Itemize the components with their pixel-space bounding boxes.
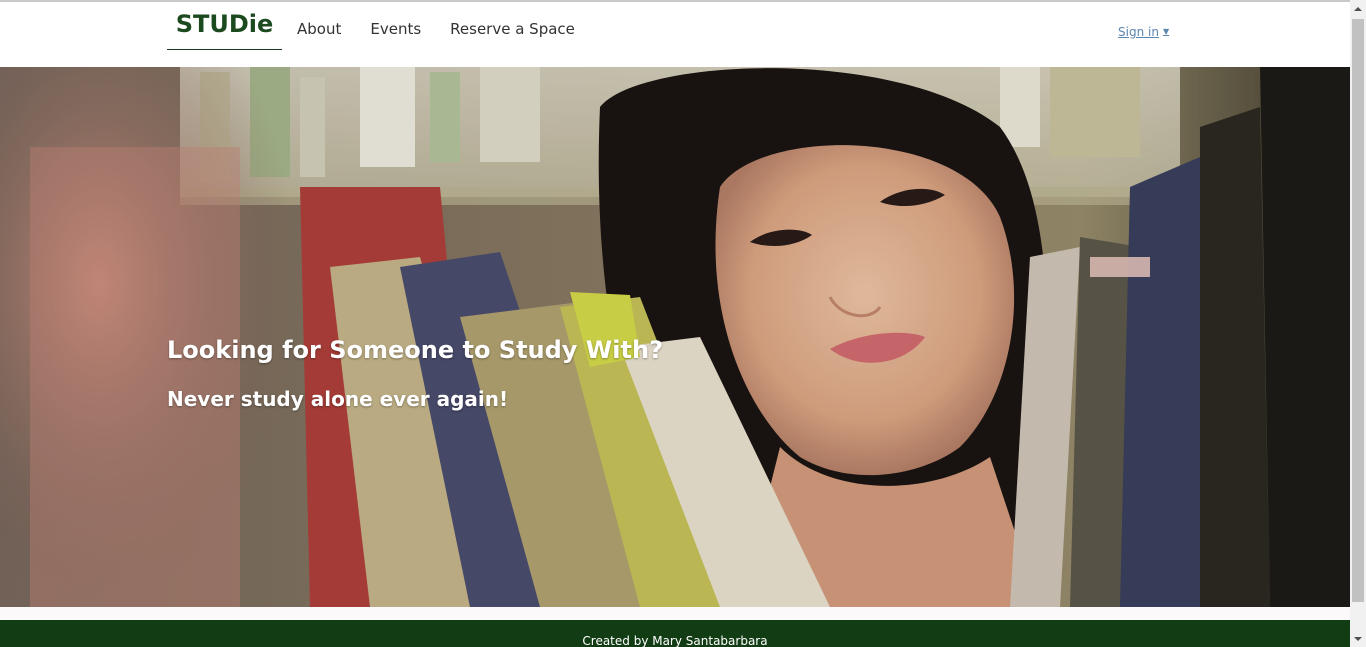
sign-in-label: Sign in — [1118, 25, 1159, 39]
main-nav: About Events Reserve a Space — [297, 19, 604, 39]
brand-logo-link[interactable]: STUDie — [167, 2, 282, 50]
hero-subtitle: Never study alone ever again! — [167, 387, 509, 411]
section-spacer — [0, 607, 1350, 620]
hero-banner: Looking for Someone to Study With? Never… — [0, 67, 1350, 607]
vertical-scrollbar[interactable] — [1350, 0, 1366, 647]
sign-in-dropdown[interactable]: Sign in ▼ — [1118, 24, 1169, 40]
hero-title: Looking for Someone to Study With? — [167, 336, 663, 364]
site-header: STUDie About Events Reserve a Space Sign… — [0, 2, 1350, 67]
nav-about-link[interactable]: About — [297, 19, 341, 39]
scroll-up-arrow-icon[interactable] — [1350, 0, 1366, 17]
page: STUDie About Events Reserve a Space Sign… — [0, 0, 1366, 647]
scroll-down-arrow-icon[interactable] — [1350, 630, 1366, 647]
nav-reserve-space-link[interactable]: Reserve a Space — [450, 19, 575, 39]
caret-down-icon: ▼ — [1162, 27, 1170, 36]
footer-credit: Created by Mary Santabarbara — [582, 634, 768, 647]
scroll-thumb[interactable] — [1352, 19, 1364, 602]
nav-events-link[interactable]: Events — [370, 19, 421, 39]
site-footer: Created by Mary Santabarbara — [0, 620, 1350, 647]
